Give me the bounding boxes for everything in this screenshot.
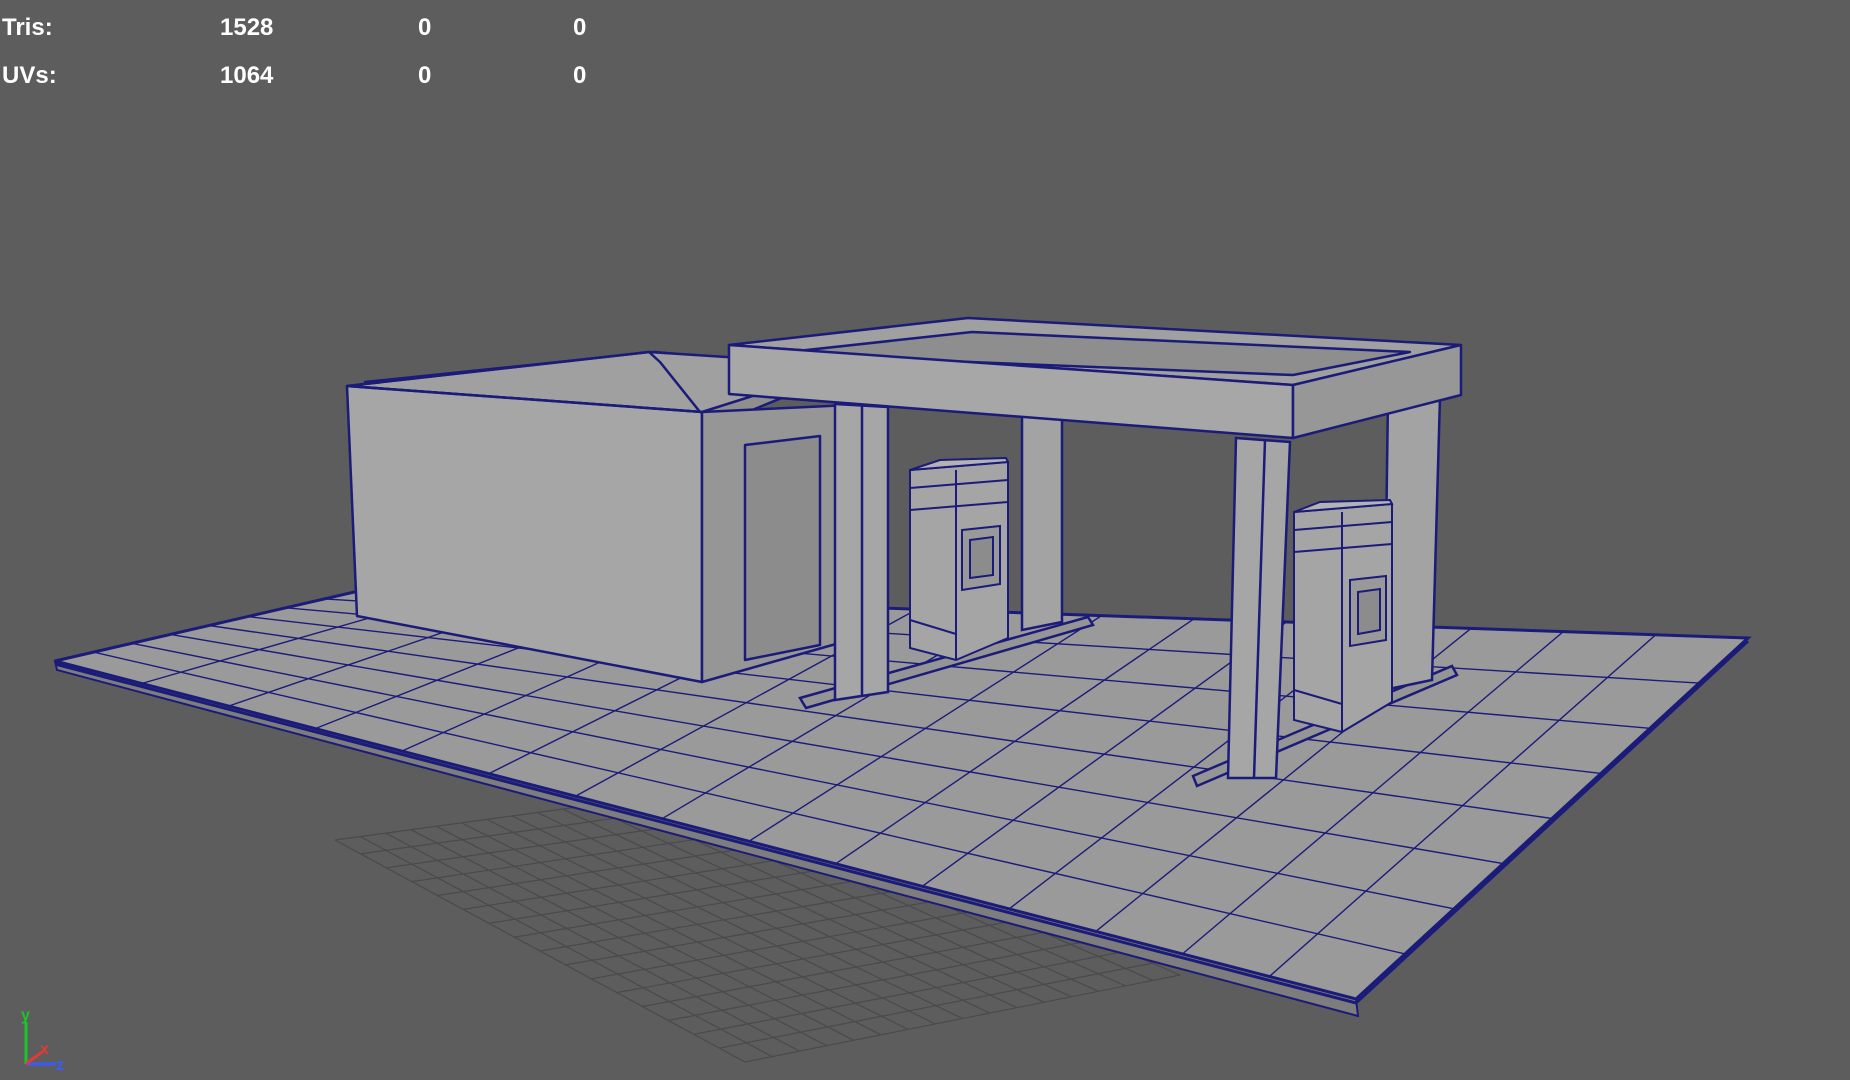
platform-mesh[interactable] bbox=[53, 588, 1752, 1018]
axis-gizmo: y x z bbox=[21, 1007, 64, 1074]
building-doorway bbox=[743, 434, 822, 662]
column-back-left bbox=[1020, 410, 1064, 632]
axis-x-label: x bbox=[40, 1041, 49, 1058]
ground-grid-line bbox=[693, 950, 1126, 1035]
3d-viewport[interactable] bbox=[0, 0, 1850, 1080]
fuel-pump-right[interactable] bbox=[1293, 498, 1394, 734]
platform-top bbox=[54, 588, 1752, 1001]
fuel-pump-left[interactable] bbox=[909, 456, 1010, 662]
ground-grid-line bbox=[719, 962, 1153, 1049]
axis-y-label: y bbox=[21, 1007, 30, 1024]
axis-z-label: z bbox=[56, 1057, 64, 1074]
